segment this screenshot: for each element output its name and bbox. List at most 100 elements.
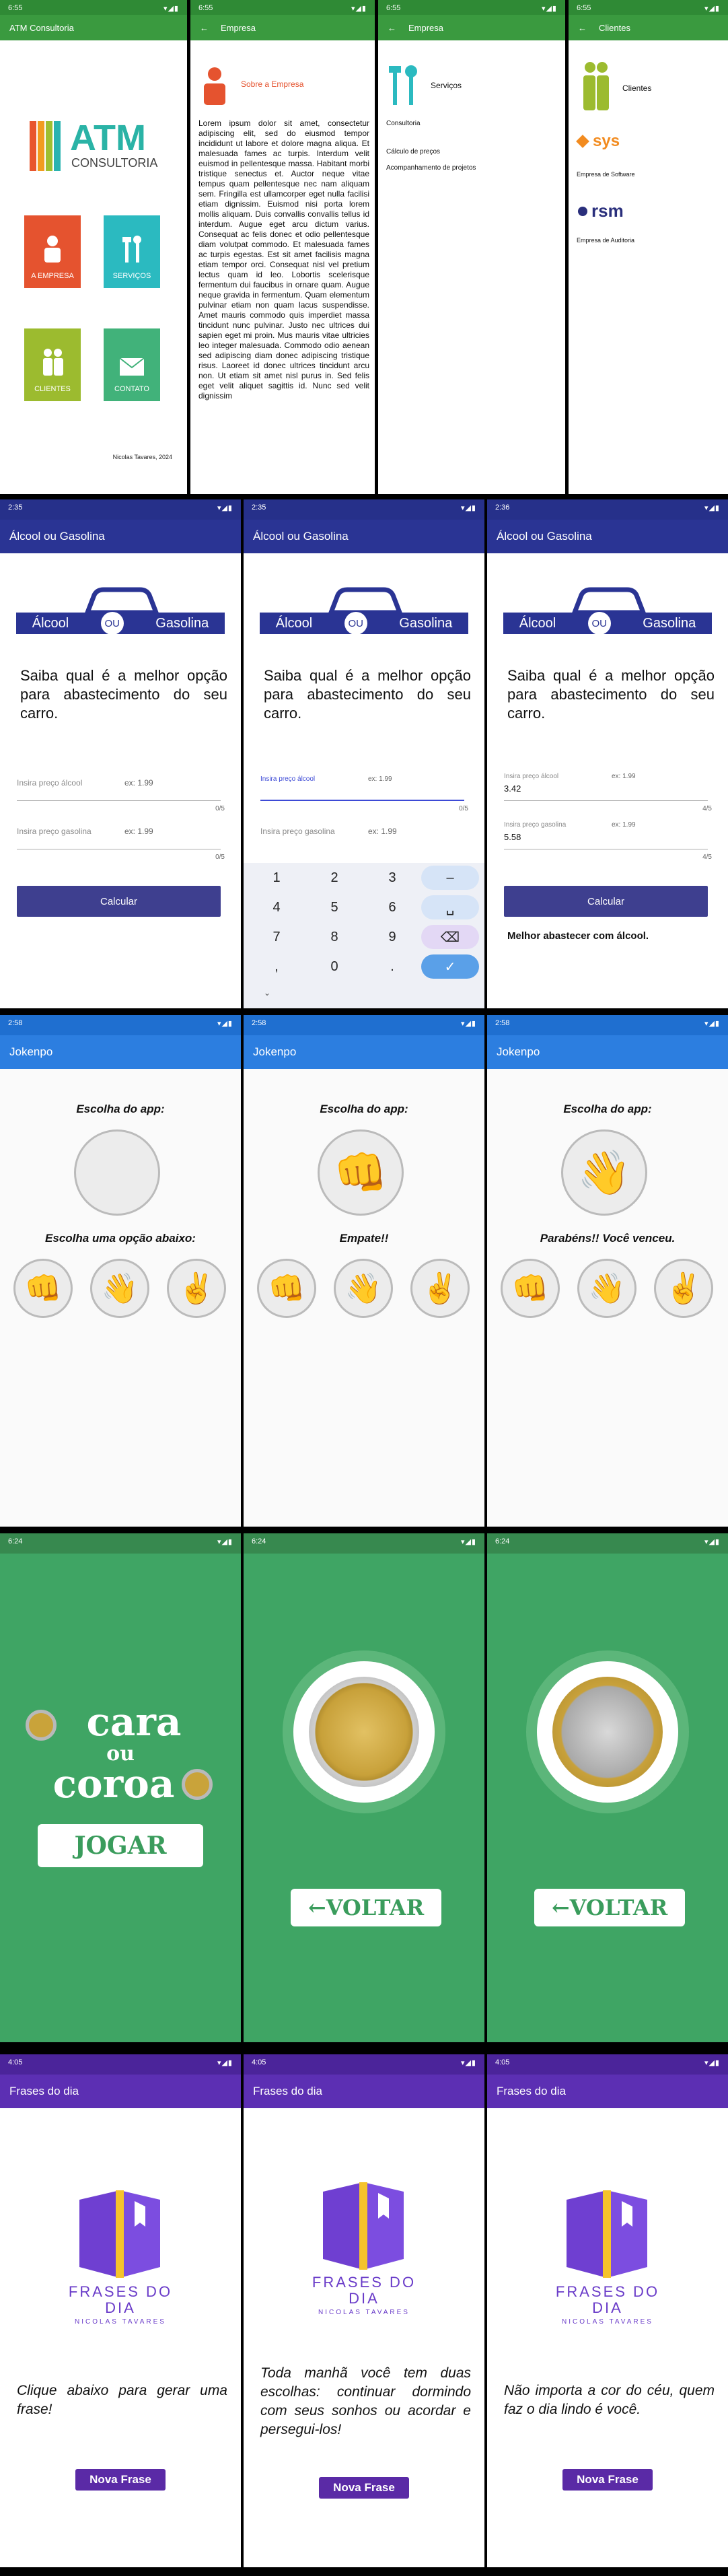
app-title: Jokenpo xyxy=(253,1045,297,1058)
key-0[interactable]: 0 xyxy=(305,954,363,979)
back-arrow-icon[interactable]: ← xyxy=(200,23,209,33)
app-title: Empresa xyxy=(221,22,256,33)
app-title: Empresa xyxy=(408,22,444,33)
option-rock[interactable]: 👊 xyxy=(13,1259,73,1318)
hand-icon: 👋 xyxy=(588,1272,626,1305)
section-title: Serviços xyxy=(431,81,462,90)
section-title: Sobre a Empresa xyxy=(241,79,304,89)
tile-empresa[interactable]: A EMPRESA xyxy=(24,215,81,288)
app-bar: Jokenpo xyxy=(244,1035,484,1069)
tile-clientes[interactable]: CLIENTES xyxy=(24,328,81,401)
option-paper[interactable]: 👋 xyxy=(334,1259,393,1318)
person-icon xyxy=(204,67,225,105)
key-minus[interactable]: – xyxy=(421,866,479,890)
button-label: Calcular xyxy=(100,895,138,907)
key-comma[interactable]: , xyxy=(248,954,305,979)
victory-hand-icon: ✌️ xyxy=(421,1272,459,1305)
frases-screen-3: 4:05 ▾◢▮ Frases do dia FRASES DO DIA NICO… xyxy=(487,2054,728,2567)
key-period[interactable]: . xyxy=(363,954,421,979)
key-2[interactable]: 2 xyxy=(305,866,363,890)
tile-servicos[interactable]: SERVIÇOS xyxy=(104,215,160,288)
tile-contato[interactable]: CONTATO xyxy=(104,328,160,401)
people-icon xyxy=(583,62,609,110)
atm-servicos-screen: 6:55 ▾◢▮ ← Empresa Serviços Consultoria Cá… xyxy=(378,0,565,494)
new-phrase-button[interactable]: Nova Frase xyxy=(562,2469,653,2491)
gasolina-price-input[interactable]: Insira preço gasolina ex: 1.99 5.58 4/5 xyxy=(504,819,712,861)
key-space[interactable]: ␣ xyxy=(421,895,479,919)
key-6[interactable]: 6 xyxy=(363,895,421,919)
clock: 4:05 xyxy=(495,2058,510,2066)
option-scissors[interactable]: ✌️ xyxy=(410,1259,470,1318)
victory-hand-icon: ✌️ xyxy=(178,1272,215,1305)
tools-icon xyxy=(122,236,141,263)
sys-logo: sys xyxy=(576,132,620,151)
option-rock[interactable]: 👊 xyxy=(257,1259,316,1318)
option-scissors[interactable]: ✌️ xyxy=(167,1259,226,1318)
logo-author: NICOLAS TAVARES xyxy=(562,2318,653,2326)
phrase-text: Clique abaixo para gerar uma frase! xyxy=(17,2383,227,2417)
key-1[interactable]: 1 xyxy=(248,866,305,890)
app-bar: Álcool ou Gasolina xyxy=(244,520,484,553)
gasolina-price-input[interactable]: Insira preço gasolina ex: 1.99 xyxy=(260,819,464,849)
alcool-price-input[interactable]: Insira preço álcool ex: 1.99 0/5 xyxy=(17,770,225,812)
logo-line-1: FRASES DO xyxy=(555,2283,660,2300)
new-phrase-button[interactable]: Nova Frase xyxy=(75,2469,166,2491)
input-hint: ex: 1.99 xyxy=(124,827,153,836)
section-title: Clientes xyxy=(622,83,652,93)
tools-icon xyxy=(389,65,417,105)
key-label: 5 xyxy=(330,899,338,915)
key-4[interactable]: 4 xyxy=(248,895,305,919)
alcool-screen-1: 2:35 ▾◢▮ Álcool ou Gasolina Álcool OU Gas… xyxy=(0,499,241,1008)
logo-author: NICOLAS TAVARES xyxy=(318,2309,410,2316)
back-arrow-icon[interactable]: ← xyxy=(578,23,587,33)
key-label: 8 xyxy=(330,929,338,944)
key-backspace[interactable]: ⌫ xyxy=(421,925,479,949)
alcool-price-input[interactable]: Insira preço álcool ex: 1.99 3.42 4/5 xyxy=(504,770,712,812)
option-paper[interactable]: 👋 xyxy=(577,1259,636,1318)
app-title: Jokenpo xyxy=(9,1045,53,1058)
fist-icon: 👊 xyxy=(24,1272,62,1305)
option-scissors[interactable]: ✌️ xyxy=(654,1259,713,1318)
option-rock[interactable]: 👊 xyxy=(501,1259,560,1318)
alcool-screen-3: 2:36 ▾◢▮ Álcool ou Gasolina Álcool OU Gas… xyxy=(487,499,728,1008)
fist-icon: 👊 xyxy=(334,1148,388,1197)
clock: 4:05 xyxy=(252,2058,266,2066)
app-title: Álcool ou Gasolina xyxy=(253,530,349,543)
app-title: Álcool ou Gasolina xyxy=(497,530,592,543)
key-7[interactable]: 7 xyxy=(248,925,305,949)
key-3[interactable]: 3 xyxy=(363,866,421,890)
book-icon xyxy=(79,2190,160,2278)
input-label: Insira preço álcool xyxy=(17,778,83,788)
service-item: Cálculo de preços xyxy=(386,148,441,155)
status-bar: 6:24 ▾◢▮ xyxy=(8,1537,233,1546)
gasolina-price-input[interactable]: Insira preço gasolina ex: 1.99 0/5 xyxy=(17,819,225,861)
key-8[interactable]: 8 xyxy=(305,925,363,949)
logo-alcool: Álcool xyxy=(32,615,69,631)
chevron-down-icon[interactable]: ⌄ xyxy=(264,988,270,998)
status-bar: 2:35 ▾◢▮ xyxy=(8,503,233,512)
calcular-button[interactable]: Calcular xyxy=(504,886,708,917)
input-value: 5.58 xyxy=(504,832,521,842)
key-done[interactable]: ✓ xyxy=(421,954,479,979)
back-button[interactable]: ← VOLTAR xyxy=(534,1889,685,1926)
app-title: Álcool ou Gasolina xyxy=(9,530,105,543)
status-bar: 6:24 ▾◢▮ xyxy=(252,1537,476,1546)
app-bar: Jokenpo xyxy=(487,1035,728,1069)
new-phrase-button[interactable]: Nova Frase xyxy=(319,2477,409,2499)
app-bar: ← Empresa xyxy=(378,15,565,40)
envelope-icon xyxy=(119,357,145,376)
key-5[interactable]: 5 xyxy=(305,895,363,919)
app-choice-empty xyxy=(74,1129,160,1216)
play-button[interactable]: JOGAR xyxy=(38,1824,203,1867)
back-button[interactable]: ← VOLTAR xyxy=(291,1889,441,1926)
calcular-button[interactable]: Calcular xyxy=(17,886,221,917)
alcool-price-input[interactable]: Insira preço álcool ex: 1.99 0/5 xyxy=(260,770,468,812)
clock: 2:35 xyxy=(252,503,266,512)
app-bar: Frases do dia xyxy=(487,2075,728,2108)
key-9[interactable]: 9 xyxy=(363,925,421,949)
back-arrow-icon[interactable]: ← xyxy=(388,23,396,33)
clock: 6:55 xyxy=(198,4,213,12)
phrase-text: Não importa a cor do céu, quem faz o dia… xyxy=(504,2383,715,2417)
alcool-gasolina-logo: Álcool OU Gasolina xyxy=(16,586,225,653)
option-paper[interactable]: 👋 xyxy=(90,1259,149,1318)
